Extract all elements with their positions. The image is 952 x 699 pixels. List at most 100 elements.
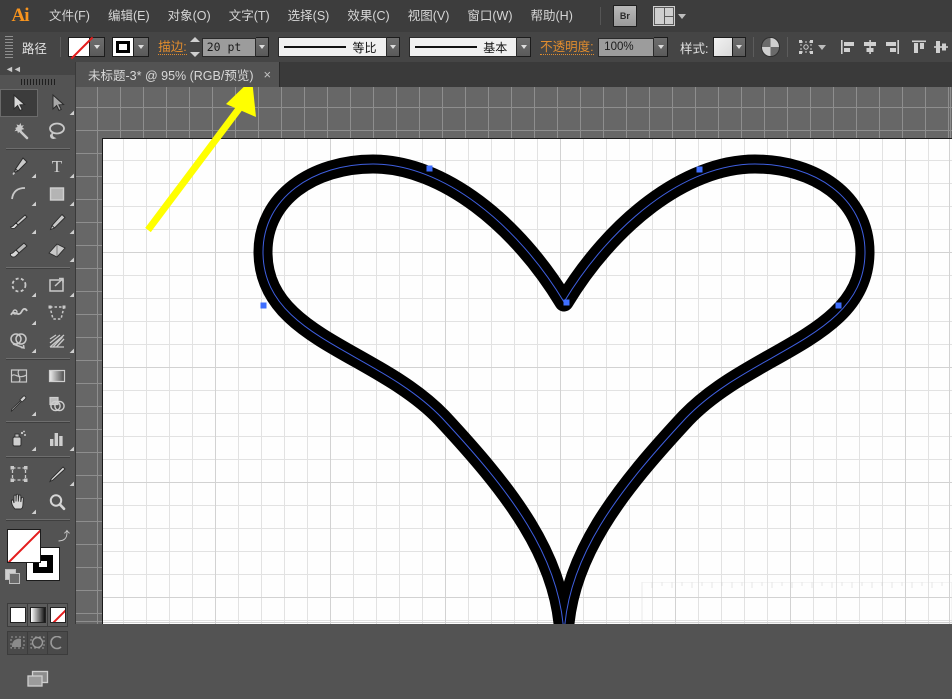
pen-tool[interactable] — [0, 152, 38, 180]
shape-builder-tool[interactable] — [0, 327, 38, 355]
gradient-button[interactable] — [28, 604, 48, 626]
align-right-icon[interactable] — [881, 37, 903, 57]
stroke-control[interactable] — [112, 37, 150, 57]
svg-text:T: T — [52, 157, 63, 176]
type-tool[interactable]: T — [38, 152, 76, 180]
solid-color-icon — [9, 607, 26, 623]
paintbrush-tool[interactable] — [0, 208, 38, 236]
toolbox-divider-5 — [6, 456, 70, 457]
align-middle-icon[interactable] — [930, 37, 952, 57]
arrange-documents-button[interactable] — [652, 6, 686, 26]
selection-tool[interactable] — [0, 89, 38, 117]
stroke-weight-stepper[interactable] — [189, 37, 200, 57]
draw-normal-button[interactable] — [8, 632, 28, 654]
swap-fill-stroke-icon[interactable]: ⤴ — [58, 527, 70, 544]
rectangle-tool[interactable] — [38, 180, 76, 208]
width-tool[interactable] — [0, 299, 38, 327]
gradient-tool[interactable] — [38, 362, 76, 390]
control-divider-3 — [786, 37, 788, 57]
menu-effect[interactable]: 效果(C) — [338, 0, 398, 32]
heart-path[interactable] — [103, 139, 952, 624]
opacity-input[interactable]: 100% — [598, 37, 655, 57]
free-transform-tool[interactable] — [38, 299, 76, 327]
none-color-button[interactable] — [48, 604, 67, 626]
hand-tool[interactable] — [0, 488, 38, 516]
selection-context-label: 路径 — [21, 41, 47, 56]
menu-view[interactable]: 视图(V) — [399, 0, 459, 32]
stroke-swatch[interactable] — [112, 37, 135, 57]
artboard[interactable] — [102, 138, 952, 624]
toolbox-divider-3 — [6, 358, 70, 359]
solid-color-button[interactable] — [8, 604, 28, 626]
transform-icon[interactable] — [795, 37, 817, 57]
align-top-icon[interactable] — [908, 37, 930, 57]
pencil-tool[interactable] — [38, 208, 76, 236]
brush-definition-dropdown-button[interactable] — [517, 37, 532, 57]
menu-type[interactable]: 文字(T) — [220, 0, 279, 32]
measurement-ruler-artifact — [641, 582, 952, 624]
align-left-icon[interactable] — [837, 37, 859, 57]
menu-bar: Ai 文件(F) 编辑(E) 对象(O) 文字(T) 选择(S) 效果(C) 视… — [0, 0, 952, 33]
scale-tool[interactable] — [38, 271, 76, 299]
menu-file[interactable]: 文件(F) — [40, 0, 99, 32]
toolbox-divider-4 — [6, 421, 70, 422]
stroke-profile-combo[interactable]: 等比 — [278, 37, 387, 57]
artboard-tool[interactable] — [0, 460, 38, 488]
stroke-weight-label[interactable]: 描边: — [158, 40, 187, 55]
line-segment-tool[interactable] — [0, 180, 38, 208]
default-fill-stroke-icon[interactable] — [5, 569, 20, 584]
change-screen-mode-button[interactable] — [0, 659, 75, 699]
perspective-grid-tool[interactable] — [38, 327, 76, 355]
stroke-weight-dropdown-button[interactable] — [255, 37, 270, 57]
brush-definition-combo[interactable]: 基本 — [409, 37, 518, 57]
mesh-tool[interactable] — [0, 362, 38, 390]
draw-inside-button[interactable] — [48, 632, 67, 654]
control-bar-grip[interactable] — [3, 36, 14, 58]
stroke-weight-input[interactable]: 20 pt — [201, 37, 256, 57]
fill-control[interactable] — [67, 37, 105, 57]
menu-help[interactable]: 帮助(H) — [522, 0, 582, 32]
rotate-tool[interactable] — [0, 271, 38, 299]
align-center-horizontal-icon[interactable] — [859, 37, 881, 57]
symbol-sprayer-tool[interactable] — [0, 425, 38, 453]
opacity-dropdown-button[interactable] — [654, 37, 668, 57]
menu-window[interactable]: 窗口(W) — [458, 0, 521, 32]
fill-swatch[interactable] — [67, 37, 90, 57]
recolor-artwork-icon[interactable] — [761, 37, 780, 57]
zoom-tool[interactable] — [38, 488, 76, 516]
lasso-tool[interactable] — [38, 117, 76, 145]
eyedropper-tool[interactable] — [0, 390, 38, 418]
graphic-style-swatch[interactable] — [712, 37, 733, 57]
toolbox-grip[interactable] — [0, 75, 75, 89]
column-graph-tool[interactable] — [38, 425, 76, 453]
graphic-style-dropdown-button[interactable] — [732, 37, 747, 57]
draw-behind-button[interactable] — [28, 632, 48, 654]
opacity-label[interactable]: 不透明度: — [540, 40, 594, 55]
brush-preview-icon — [415, 46, 478, 48]
slice-tool[interactable] — [38, 460, 76, 488]
collapse-panel-icon[interactable]: ◄◄ — [5, 64, 22, 74]
app-logo: Ai — [11, 5, 30, 26]
menu-select[interactable]: 选择(S) — [279, 0, 339, 32]
magic-wand-tool[interactable] — [0, 117, 38, 145]
close-icon[interactable]: × — [264, 68, 272, 81]
tool-grid: T — [0, 89, 76, 523]
fill-stroke-controls: ⤴ — [0, 527, 75, 601]
document-tab[interactable]: 未标题-3* @ 95% (RGB/预览) × — [76, 62, 281, 87]
blend-tool[interactable] — [38, 390, 76, 418]
document-canvas[interactable] — [76, 87, 952, 624]
go-to-bridge-button[interactable]: Br — [612, 5, 637, 27]
blob-brush-tool[interactable] — [0, 236, 38, 264]
menu-edit[interactable]: 编辑(E) — [99, 0, 159, 32]
transform-chevron-down-icon[interactable] — [817, 44, 826, 50]
fill-dropdown-button[interactable] — [89, 37, 105, 57]
toolbox-collapse-bar[interactable]: ◄◄ — [0, 62, 75, 75]
toolbox-fill-swatch[interactable] — [7, 529, 41, 563]
menu-object[interactable]: 对象(O) — [159, 0, 220, 32]
direct-selection-tool[interactable] — [38, 89, 76, 117]
stroke-dropdown-button[interactable] — [134, 37, 150, 57]
stroke-profile-dropdown-button[interactable] — [386, 37, 401, 57]
eraser-tool[interactable] — [38, 236, 76, 264]
draw-normal-icon — [10, 636, 24, 649]
change-screen-mode-icon — [26, 670, 48, 687]
